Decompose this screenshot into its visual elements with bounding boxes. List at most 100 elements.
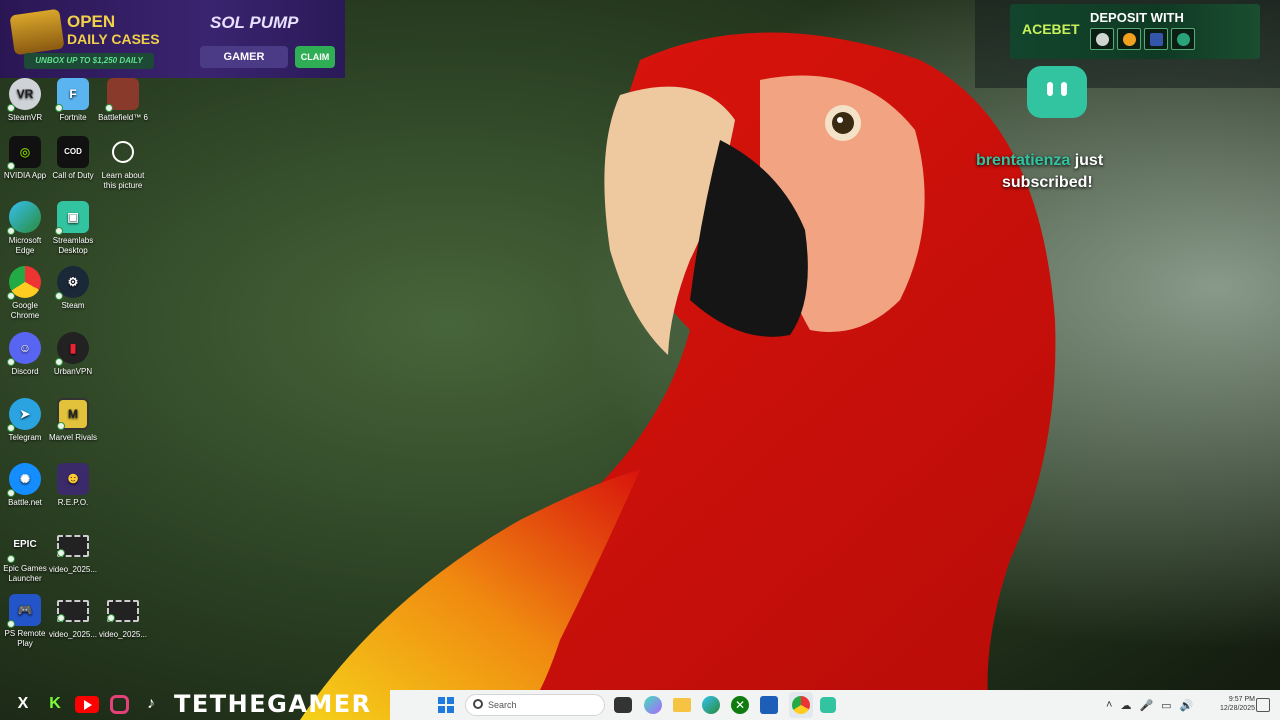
social-handles-bar: X K ♪ TETHEGAMER bbox=[0, 688, 390, 720]
desktop-icon-label: Discord bbox=[11, 367, 39, 376]
gamer-code-button[interactable]: GAMER bbox=[200, 46, 288, 68]
microphone-icon[interactable]: 🎤 bbox=[1139, 699, 1153, 712]
taskbar-clock[interactable]: 9:57 PM 12/28/2025 bbox=[1200, 695, 1255, 713]
desktop-icon-label: Streamlabs Desktop bbox=[52, 236, 94, 255]
desktop-icon-epic[interactable]: EPIC Epic Games Launcher bbox=[0, 529, 50, 584]
banner-open-text: OPEN bbox=[67, 12, 116, 31]
streamlabs-alert-icon bbox=[1027, 66, 1087, 118]
edge-taskbar-icon[interactable] bbox=[702, 696, 720, 714]
battlefield-icon bbox=[105, 78, 139, 112]
desktop-icon-repo[interactable]: ☻ R.E.P.O. bbox=[48, 463, 98, 508]
epic-games-icon: EPIC bbox=[7, 529, 41, 563]
chrome-icon bbox=[7, 266, 41, 300]
camera-icon bbox=[112, 141, 134, 163]
desktop-icon-call-of-duty[interactable]: COD Call of Duty bbox=[48, 136, 98, 181]
taskbar-search-input[interactable]: Search bbox=[465, 694, 605, 716]
streamlabs-taskbar-icon[interactable] bbox=[820, 697, 836, 713]
desktop-icon-battlefield[interactable]: Battlefield™ 6 bbox=[98, 78, 148, 123]
repo-icon: ☻ bbox=[57, 463, 89, 495]
desktop-icon-marvel-rivals[interactable]: M Marvel Rivals bbox=[48, 398, 98, 443]
desktop-icon-label: Call of Duty bbox=[52, 171, 94, 180]
desktop-icon-label: PS Remote Play bbox=[4, 629, 46, 648]
desktop-icon-video-3[interactable]: video_2025... bbox=[98, 594, 148, 640]
desktop-icon-chrome[interactable]: Google Chrome bbox=[0, 266, 50, 321]
desktop-icon-discord[interactable]: ☺ Discord bbox=[0, 332, 50, 377]
bitcoin-icon bbox=[1117, 28, 1141, 50]
desktop-icon-label: video_2025... bbox=[98, 630, 148, 639]
desktop-icon-battlenet[interactable]: ✺ Battle.net bbox=[0, 463, 50, 508]
windows-start-icon[interactable] bbox=[435, 694, 457, 716]
store-icon[interactable] bbox=[760, 696, 778, 714]
discord-icon: ☺ bbox=[7, 332, 41, 366]
desktop-icon-label: SteamVR bbox=[7, 113, 43, 122]
clock-date: 12/28/2025 bbox=[1219, 705, 1255, 712]
copilot-icon[interactable] bbox=[644, 696, 662, 714]
acebet-logo: ACEBET bbox=[1022, 21, 1080, 37]
visa-icon bbox=[1144, 28, 1168, 50]
chrome-taskbar-icon[interactable] bbox=[789, 692, 813, 718]
desktop-icon-urbanvpn[interactable]: ▮ UrbanVPN bbox=[48, 332, 98, 377]
desktop-icon-label: Battle.net bbox=[8, 498, 42, 507]
notification-icon[interactable] bbox=[1256, 698, 1270, 712]
desktop-icon-video-1[interactable]: video_2025... bbox=[48, 529, 98, 575]
desktop-icon-label: Telegram bbox=[8, 433, 42, 442]
youtube-icon bbox=[74, 693, 100, 715]
marvel-rivals-icon: M bbox=[57, 398, 89, 430]
acebet-ad[interactable]: ACEBET DEPOSIT WITH bbox=[1010, 4, 1260, 59]
desktop-icon-label: Battlefield™ 6 bbox=[98, 113, 148, 122]
desktop-icon-learn-picture[interactable]: Learn about this picture bbox=[98, 136, 148, 191]
desktop-icon-label: Marvel Rivals bbox=[48, 433, 97, 442]
desktop-icon-label: video_2025... bbox=[48, 630, 98, 639]
xbox-icon[interactable]: ✕ bbox=[731, 696, 749, 714]
desktop-icon-nvidia[interactable]: ◎ NVIDIA App bbox=[0, 136, 50, 181]
desktop-icon-fortnite[interactable]: F Fortnite bbox=[48, 78, 98, 123]
onedrive-icon[interactable]: ☁ bbox=[1120, 699, 1131, 712]
x-icon: X bbox=[17, 695, 29, 712]
chevron-up-icon[interactable]: ˄ bbox=[1106, 699, 1112, 711]
desktop-icon-telegram[interactable]: ➤ Telegram bbox=[0, 398, 50, 443]
search-icon bbox=[473, 699, 483, 709]
subscriber-alert: brentatienza just subscribed! bbox=[976, 152, 1103, 192]
clock-time: 9:57 PM bbox=[1228, 696, 1255, 703]
desktop-icon-video-2[interactable]: video_2025... bbox=[48, 594, 98, 640]
tiktok-icon: ♪ bbox=[147, 695, 155, 712]
urbanvpn-icon: ▮ bbox=[55, 332, 89, 366]
coin-icon bbox=[1090, 28, 1114, 50]
telegram-icon: ➤ bbox=[7, 398, 41, 432]
desktop-icon-label: video_2025... bbox=[48, 565, 98, 574]
desktop-icon-ps-remote[interactable]: 🎮 PS Remote Play bbox=[0, 594, 50, 649]
file-explorer-icon[interactable] bbox=[673, 698, 691, 712]
desktop-wallpaper bbox=[0, 0, 1280, 720]
call-of-duty-icon: COD bbox=[57, 136, 89, 168]
desktop-icon-label: Steam bbox=[61, 301, 85, 310]
video-file-icon bbox=[57, 535, 89, 557]
network-icon[interactable]: ▭ bbox=[1161, 699, 1171, 712]
instagram-icon bbox=[106, 693, 132, 715]
desktop-icon-label: NVIDIA App bbox=[3, 171, 47, 180]
banner-unbox-text: UNBOX UP TO $1,250 DAILY bbox=[24, 53, 154, 69]
desktop-icon-edge[interactable]: Microsoft Edge bbox=[0, 201, 50, 256]
desktop-icon-steamvr[interactable]: VR SteamVR bbox=[0, 78, 50, 123]
ps-remote-icon: 🎮 bbox=[7, 594, 41, 628]
taskbar: Search ✕ ˄ ☁ 🎤 ▭ 🔊 9:57 PM 12/28/2025 bbox=[390, 690, 1280, 720]
sol-pump-logo: SOL PUMP bbox=[210, 13, 299, 32]
claim-button[interactable]: CLAIM bbox=[295, 46, 335, 68]
search-placeholder: Search bbox=[488, 700, 517, 710]
alert-just-text: just bbox=[1074, 152, 1104, 169]
kick-icon: K bbox=[49, 695, 61, 712]
streamlabs-icon: ▣ bbox=[55, 201, 89, 235]
steam-icon: ⚙ bbox=[55, 266, 89, 300]
desktop-icon-label: Epic Games Launcher bbox=[3, 564, 47, 583]
task-view-icon[interactable] bbox=[614, 697, 632, 713]
nvidia-icon: ◎ bbox=[7, 136, 41, 170]
promo-banner-cases[interactable]: OPEN DAILY CASES UNBOX UP TO $1,250 DAIL… bbox=[0, 0, 345, 78]
promo-banner-acebet[interactable]: ACEBET DEPOSIT WITH bbox=[975, 0, 1280, 88]
video-file-icon bbox=[57, 600, 89, 622]
tether-icon bbox=[1171, 28, 1195, 50]
subscriber-name: brentatienza bbox=[976, 152, 1071, 169]
video-file-icon bbox=[107, 600, 139, 622]
edge-icon bbox=[7, 201, 41, 235]
desktop-icon-steam[interactable]: ⚙ Steam bbox=[48, 266, 98, 311]
desktop-icon-streamlabs[interactable]: ▣ Streamlabs Desktop bbox=[48, 201, 98, 256]
volume-icon[interactable]: 🔊 bbox=[1180, 699, 1194, 712]
